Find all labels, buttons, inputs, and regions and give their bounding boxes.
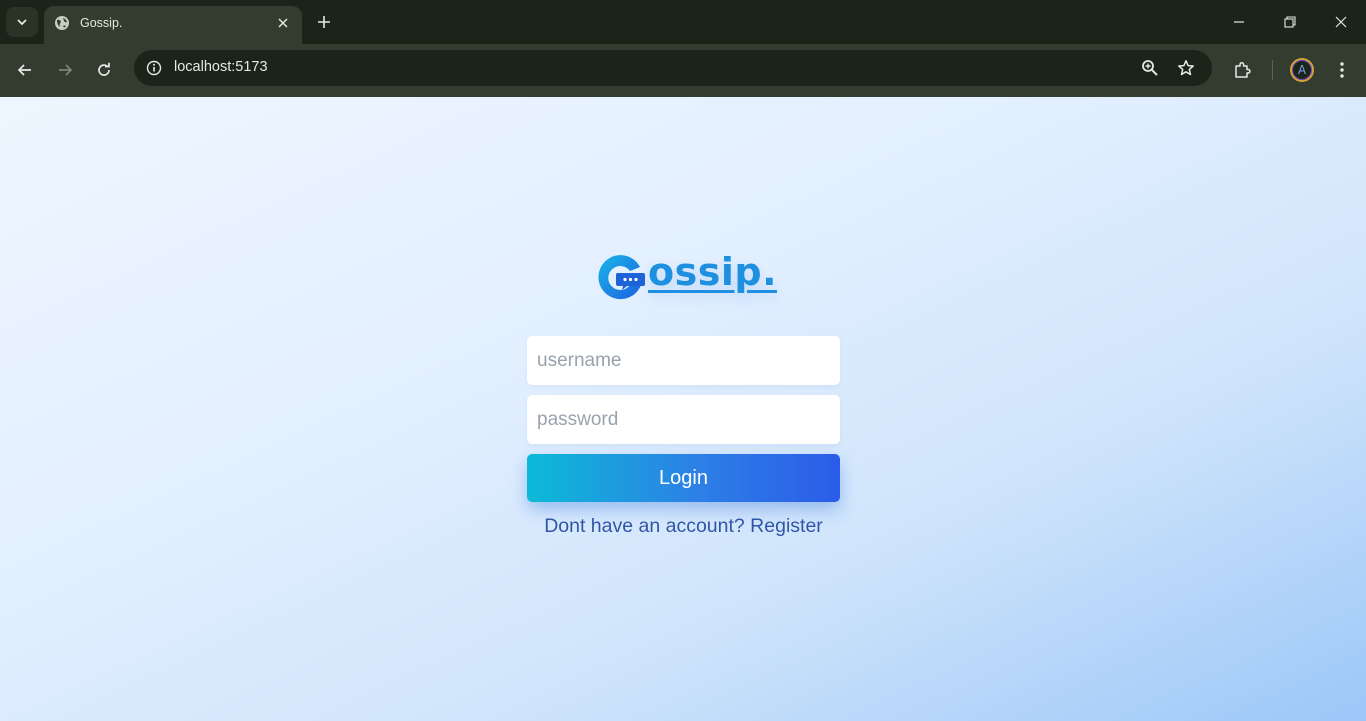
register-prompt-text: Dont have an account? [544, 515, 751, 537]
browser-tab[interactable]: Gossip. [44, 6, 302, 44]
url-text[interactable]: localhost:5173 [174, 59, 268, 75]
zoom-icon [1142, 60, 1158, 76]
arrow-right-icon [59, 64, 73, 76]
forward-button[interactable] [50, 56, 80, 84]
new-tab-button[interactable] [312, 10, 336, 34]
tab-search-button[interactable] [6, 7, 38, 37]
info-icon [146, 60, 162, 76]
extensions-button[interactable] [1228, 56, 1258, 84]
close-icon [278, 18, 288, 28]
minimize-icon [1234, 21, 1244, 23]
register-prompt: Dont have an account? Register [527, 515, 840, 538]
arrow-left-icon [17, 64, 31, 76]
bookmark-button[interactable] [1174, 56, 1198, 80]
browser-menu-button[interactable] [1327, 56, 1357, 84]
profile-initial: A [1297, 63, 1307, 77]
back-button[interactable] [10, 56, 40, 84]
address-bar[interactable]: localhost:5173 [134, 50, 1212, 86]
profile-avatar-button[interactable]: A [1290, 58, 1314, 82]
tab-title: Gossip. [80, 16, 123, 30]
chevron-down-icon [17, 19, 27, 26]
chat-bubble-g-logo-icon [598, 255, 645, 300]
puzzle-icon [1235, 61, 1251, 78]
plus-icon [318, 16, 330, 28]
toolbar-divider [1272, 60, 1273, 80]
browser-toolbar: localhost:5173 A [0, 44, 1366, 97]
restore-button[interactable] [1275, 8, 1305, 36]
password-input[interactable] [527, 395, 840, 444]
restore-icon [1284, 16, 1296, 28]
gossip-logo: ossip. [594, 250, 778, 306]
close-icon [1335, 16, 1347, 28]
kebab-icon [1340, 62, 1344, 78]
tab-strip: Gossip. [0, 0, 1366, 44]
page-viewport: ossip. Login Dont have an account? Regis… [0, 97, 1366, 721]
reload-icon [98, 62, 110, 76]
login-button[interactable]: Login [527, 454, 840, 502]
site-info-button[interactable] [142, 56, 166, 80]
window-close-button[interactable] [1326, 8, 1356, 36]
logo-wordmark: ossip. [648, 250, 778, 294]
tab-close-button[interactable] [274, 14, 292, 32]
username-input[interactable] [527, 336, 840, 385]
reload-button[interactable] [89, 56, 119, 84]
zoom-button[interactable] [1138, 56, 1162, 80]
globe-icon [55, 16, 69, 30]
register-link[interactable]: Register [750, 515, 823, 537]
star-icon [1178, 60, 1194, 76]
minimize-button[interactable] [1224, 8, 1254, 36]
